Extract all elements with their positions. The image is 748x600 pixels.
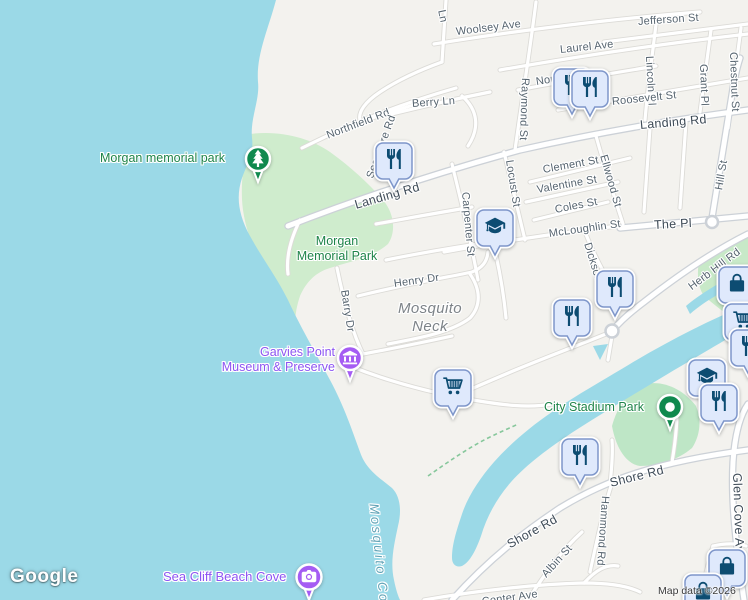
park-label-morgan-memorial-park: Morgan Memorial Park <box>296 234 378 263</box>
restaurant-pin-4[interactable] <box>593 268 637 322</box>
camera-icon <box>301 570 317 583</box>
poi-label-city-stadium-park[interactable]: City Stadium Park <box>544 400 644 414</box>
restaurant-pin-3[interactable] <box>372 140 416 194</box>
grocery-cart-pin-2[interactable] <box>431 367 475 421</box>
poi-label-garvies-point-museum[interactable]: Garvies Point Museum & Preserve <box>205 345 335 375</box>
museum-pin-garvies[interactable] <box>330 343 370 387</box>
restaurant-pin-7[interactable] <box>697 382 741 436</box>
map-canvas[interactable]: Ln Woolsey Ave Jefferson St Laurel Ave L… <box>0 0 748 600</box>
street-label-raymond: Raymond St <box>516 77 531 141</box>
street-label-chestnut: Chestnut St <box>727 51 742 112</box>
park-tree-pin-morgan[interactable] <box>238 144 278 188</box>
street-label-the-pl: The Pl <box>653 216 693 232</box>
map-data-attribution: Map data ©2026 <box>658 585 736 597</box>
poi-label-sea-cliff-beach-cove[interactable]: Sea Cliff Beach Cove <box>163 569 286 584</box>
green-dot-icon <box>665 402 675 412</box>
street-label-ln: Ln <box>435 8 450 24</box>
street-label-grant: Grant Pl <box>697 63 711 107</box>
restaurant-pin-6[interactable] <box>727 327 748 381</box>
photo-pin-sea-cliff[interactable] <box>289 562 329 600</box>
restaurant-pin-5[interactable] <box>550 297 594 351</box>
google-logo[interactable]: Google <box>10 566 78 588</box>
park-dot-pin-stadium[interactable] <box>650 392 690 436</box>
poi-label-morgan-memorial-park[interactable]: Morgan memorial park <box>100 151 225 165</box>
area-label-mosquito-neck: Mosquito Neck <box>397 300 463 335</box>
restaurant-pin-8[interactable] <box>558 436 602 490</box>
school-pin-1[interactable] <box>473 207 517 261</box>
restaurant-pin-2[interactable] <box>568 68 612 122</box>
